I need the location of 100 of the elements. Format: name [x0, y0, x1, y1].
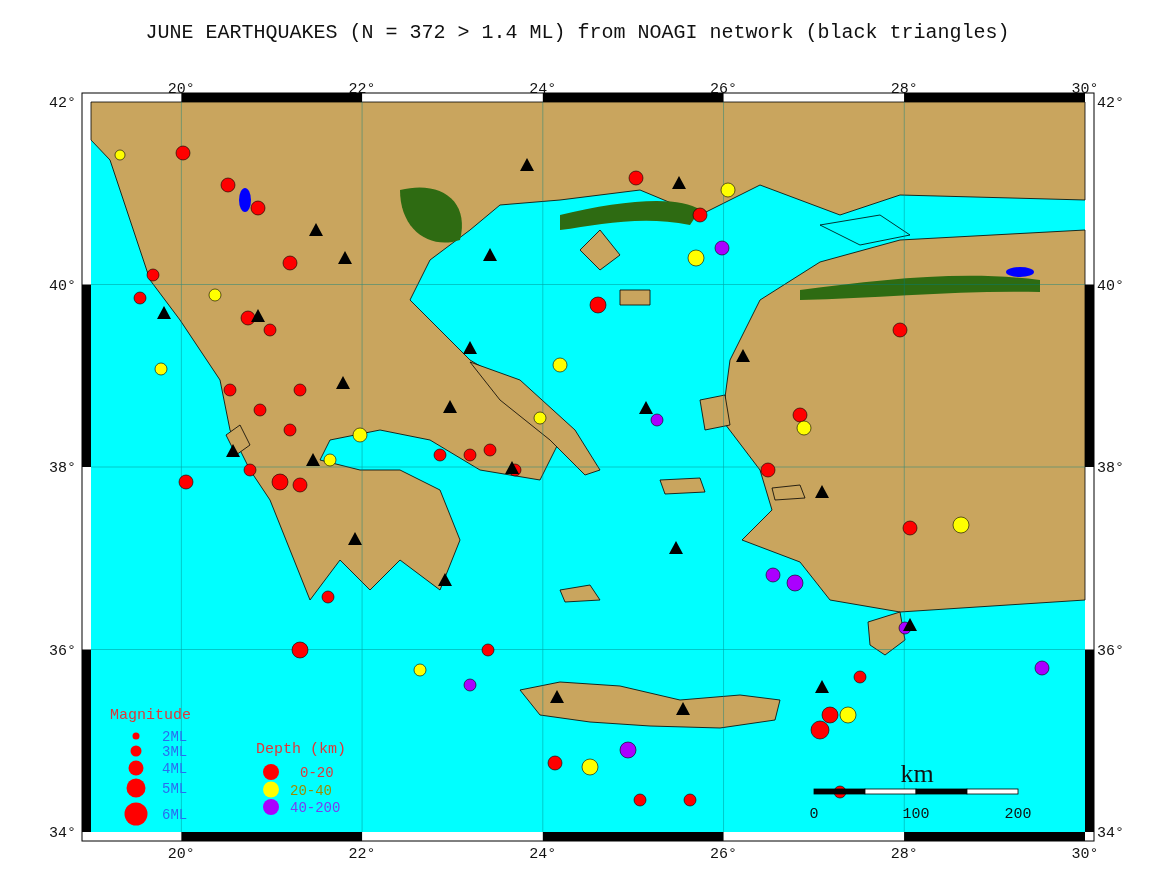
station-triangle-icon: [736, 349, 750, 362]
station-triangle-icon: [443, 400, 457, 413]
earthquake-dot: [650, 413, 664, 427]
station-triangle-icon: [672, 176, 686, 189]
earthquake-dot: [1034, 660, 1050, 676]
legend-title: Depth (km): [256, 741, 346, 758]
earthquake-dot: [240, 310, 256, 326]
earthquake-dot: [292, 477, 308, 493]
earthquake-dot: [786, 574, 804, 592]
longitude-label: 24°: [529, 81, 557, 98]
station-triangle-icon: [483, 248, 497, 261]
magnitude-dot-icon: [130, 745, 142, 757]
earthquake-dot: [175, 145, 191, 161]
station-triangle-icon: [348, 532, 362, 545]
earthquake-dot: [154, 362, 168, 376]
latitude-label: 42°: [1097, 95, 1124, 112]
longitude-label: 28°: [890, 846, 918, 863]
earthquake-dot: [821, 706, 839, 724]
station-triangle-icon: [903, 618, 917, 631]
earthquake-dot: [291, 641, 309, 659]
latitude-label: 36°: [1097, 642, 1124, 660]
station-triangle-icon: [676, 702, 690, 715]
earthquake-dot: [178, 474, 194, 490]
longitude-label: 28°: [890, 81, 918, 98]
island: [867, 611, 906, 656]
earthquake-dot: [952, 516, 970, 534]
earthquake-dot: [463, 448, 477, 462]
latitude-label: 40°: [49, 277, 76, 295]
earthquake-dot: [133, 291, 147, 305]
magnitude-dot-icon: [128, 760, 144, 776]
station-triangle-icon: [338, 251, 352, 264]
earthquake-dot: [283, 423, 297, 437]
latitude-label: 36°: [49, 642, 76, 660]
earthquake-dot: [253, 403, 267, 417]
station-triangle-icon: [336, 376, 350, 389]
longitude-label: 20°: [167, 846, 195, 863]
scale-label: 200: [1004, 806, 1032, 823]
longitude-label: 26°: [710, 81, 738, 98]
earthquake-dot: [589, 296, 607, 314]
station-triangle-icon: [520, 158, 534, 171]
station-triangle-icon: [550, 690, 564, 703]
station-triangle-icon: [815, 680, 829, 693]
earthquake-dot: [792, 407, 808, 423]
scale-label: 100: [902, 806, 930, 823]
earthquake-dot: [223, 383, 237, 397]
station-triangle-icon: [463, 341, 477, 354]
lake: [1006, 267, 1034, 277]
earthquake-dot: [208, 288, 222, 302]
station-triangle-icon: [815, 485, 829, 498]
earthquake-dot: [146, 268, 160, 282]
scale-label: 0: [809, 806, 819, 823]
earthquake-dot: [683, 793, 697, 807]
earthquake-dot: [765, 567, 781, 583]
longitude-label: 20°: [167, 81, 195, 98]
island: [699, 394, 731, 431]
longitude-label: 24°: [529, 846, 557, 863]
earthquake-dot: [581, 758, 599, 776]
station-triangle-icon: [438, 573, 452, 586]
legend-label: 20-40: [290, 782, 332, 799]
legend-label: 2ML: [162, 729, 188, 745]
earthquake-dot: [853, 670, 867, 684]
earthquake-dot: [282, 255, 298, 271]
earthquake-dot: [220, 177, 236, 193]
station-triangle-icon: [251, 309, 265, 322]
map-title: JUNE EARTHQUAKES (N = 372 > 1.4 ML) from NOAGI network (black triangles): [144, 20, 1011, 46]
earthquake-dot: [263, 323, 277, 337]
earthquake-dot: [692, 207, 708, 223]
earthquake-dot: [413, 663, 427, 677]
earthquake-dot: [628, 170, 644, 186]
earthquake-dot: [633, 793, 647, 807]
island: [559, 584, 601, 603]
earthquake-dot: [243, 463, 257, 477]
legend-label: 3ML: [162, 744, 188, 760]
earthquake-dot: [839, 706, 857, 724]
latitude-label: 34°: [1097, 825, 1124, 842]
earthquake-dot: [463, 678, 477, 692]
earthquake-dot: [293, 383, 307, 397]
earthquake-dot: [720, 182, 736, 198]
lake: [239, 188, 251, 212]
station-triangle-icon: [639, 401, 653, 414]
legend-title: Magnitude: [110, 707, 191, 724]
legend-label: 6ML: [162, 807, 188, 823]
legend-label: 4ML: [162, 761, 188, 777]
earthquake-dot: [114, 149, 126, 161]
earthquake-dot: [810, 720, 830, 740]
island: [659, 477, 706, 495]
longitude-label: 30°: [1071, 81, 1099, 98]
earthquake-dot: [552, 357, 568, 373]
station-triangle-icon: [669, 541, 683, 554]
latitude-label: 42°: [49, 95, 76, 112]
earthquake-dot: [483, 443, 497, 457]
earthquake-dot: [321, 590, 335, 604]
longitude-label: 26°: [710, 846, 738, 863]
earthquake-dot: [481, 643, 495, 657]
station-triangle-icon: [157, 306, 171, 319]
earthquake-dot: [271, 473, 289, 491]
magnitude-dot-icon: [124, 802, 148, 826]
earthquake-dot: [323, 453, 337, 467]
earthquake-dot: [250, 200, 266, 216]
magnitude-dot-icon: [132, 732, 140, 740]
